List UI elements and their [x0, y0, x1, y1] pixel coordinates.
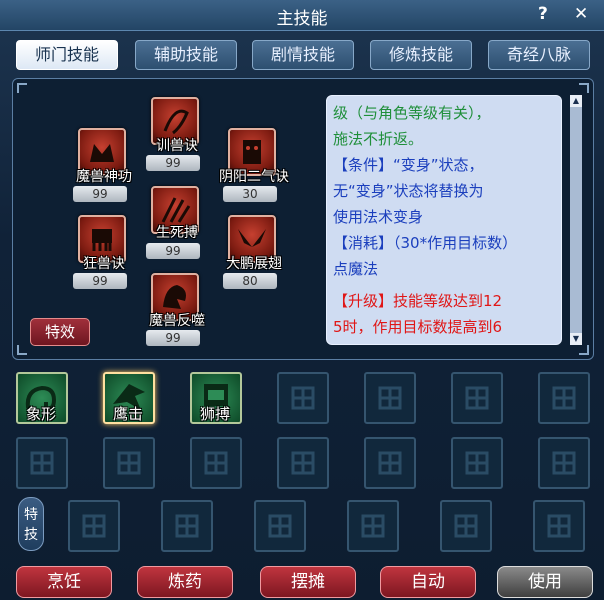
title-bar[interactable]: 主技能 ? ✕ [0, 0, 604, 31]
ornament-icon [552, 451, 576, 475]
skill-level: 99 [73, 273, 127, 289]
ornament-icon [204, 451, 228, 475]
skill-window: 主技能 ? ✕ 师门技能 辅助技能 剧情技能 修炼技能 奇经八脉 训兽诀 99 … [0, 0, 604, 600]
skill-level: 99 [146, 155, 200, 171]
tab-cultivation-skills[interactable]: 修炼技能 [370, 40, 472, 70]
desc-line: 5时，作用目标数提高到6 [333, 318, 503, 336]
empty-slot[interactable] [538, 372, 590, 424]
skill-name: 训兽诀 [156, 138, 198, 154]
corner-ornament [17, 83, 27, 93]
skill-name: 魔兽神功 [76, 169, 132, 185]
special-slot[interactable] [254, 500, 306, 552]
skill-name: 阴阳二气诀 [219, 169, 289, 185]
skill-description: 级（与角色等级有关）， 施法不折返。 【条件】“变身”状态， 无“变身”状态将替… [326, 95, 562, 345]
empty-slot[interactable] [538, 437, 590, 489]
special-skill-text: 特技 [24, 507, 38, 543]
desc-line: 级（与角色等级有关）， [333, 104, 491, 122]
corner-ornament [579, 83, 589, 93]
empty-slot[interactable] [190, 437, 242, 489]
alchemy-button[interactable]: 炼药 [137, 566, 233, 598]
skill-name: 魔兽反噬 [149, 313, 205, 329]
close-button[interactable]: ✕ [574, 4, 588, 24]
desc-line: 使用法术变身 [333, 208, 424, 226]
ornament-icon [30, 451, 54, 475]
tab-bar: 师门技能 辅助技能 剧情技能 修炼技能 奇经八脉 [0, 40, 604, 70]
corner-ornament [17, 345, 27, 355]
special-slot[interactable] [161, 500, 213, 552]
special-slot[interactable] [68, 500, 120, 552]
effects-button[interactable]: 特效 [30, 318, 90, 346]
ornament-icon [175, 514, 199, 538]
skill-level: 80 [223, 273, 277, 289]
skill-level: 99 [146, 330, 200, 346]
desc-line: 无“变身”状态将替换为 [333, 182, 484, 200]
tab-school-skills[interactable]: 师门技能 [16, 40, 118, 70]
desc-line: 施法不折返。 [333, 130, 424, 148]
ornament-icon [361, 514, 385, 538]
ornament-icon [268, 514, 292, 538]
tab-story-skills[interactable]: 剧情技能 [252, 40, 354, 70]
ornament-icon [454, 514, 478, 538]
tab-meridians[interactable]: 奇经八脉 [488, 40, 590, 70]
ornament-icon [378, 451, 402, 475]
empty-slot[interactable] [451, 372, 503, 424]
skill-name: 生死搏 [156, 225, 198, 241]
ornament-icon [465, 451, 489, 475]
ornament-icon [117, 451, 141, 475]
grid-skill-name: 狮搏 [199, 405, 230, 423]
grid-skill-name: 鹰击 [112, 405, 143, 423]
empty-slot[interactable] [103, 437, 155, 489]
special-slot[interactable] [347, 500, 399, 552]
auto-button[interactable]: 自动 [380, 566, 476, 598]
cooking-button[interactable]: 烹饪 [16, 566, 112, 598]
ornament-icon [82, 514, 106, 538]
desc-line: 【消耗】（30*作用目标数） [333, 234, 518, 252]
ornament-icon [291, 451, 315, 475]
ornament-icon [547, 514, 571, 538]
description-scrollbar[interactable]: ▲ ▼ [570, 95, 582, 345]
empty-slot[interactable] [364, 372, 416, 424]
scroll-down-icon[interactable]: ▼ [570, 333, 582, 345]
corner-ornament [579, 345, 589, 355]
empty-slot[interactable] [16, 437, 68, 489]
grid-skill-name: 象形 [25, 405, 56, 423]
special-skill-label: 特技 [18, 497, 44, 551]
empty-slot[interactable] [364, 437, 416, 489]
skill-level: 99 [73, 186, 127, 202]
use-button[interactable]: 使用 [497, 566, 593, 598]
desc-line: 【升级】技能等级达到12 [333, 292, 503, 310]
skill-level: 30 [223, 186, 277, 202]
scroll-up-icon[interactable]: ▲ [570, 95, 582, 107]
desc-line: 点魔法 [333, 260, 379, 278]
skill-name: 狂兽诀 [83, 256, 125, 272]
special-slot[interactable] [440, 500, 492, 552]
ornament-icon [465, 386, 489, 410]
special-slot[interactable] [533, 500, 585, 552]
skill-name: 大鹏展翅 [226, 256, 282, 272]
ornament-icon [378, 386, 402, 410]
ornament-icon [552, 386, 576, 410]
desc-line: 【条件】“变身”状态， [333, 156, 484, 174]
tab-assist-skills[interactable]: 辅助技能 [135, 40, 237, 70]
skill-level: 99 [146, 243, 200, 259]
empty-slot[interactable] [277, 437, 329, 489]
empty-slot[interactable] [451, 437, 503, 489]
ornament-icon [291, 386, 315, 410]
window-title: 主技能 [276, 9, 328, 29]
help-button[interactable]: ? [538, 4, 548, 24]
stall-button[interactable]: 摆摊 [260, 566, 356, 598]
empty-slot[interactable] [277, 372, 329, 424]
